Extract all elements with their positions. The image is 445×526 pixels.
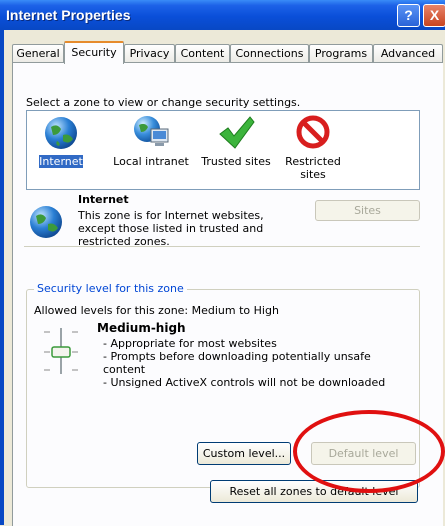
zone-description: This zone is for Internet websites, exce… xyxy=(78,209,264,248)
allowed-levels-text: Allowed levels for this zone: Medium to … xyxy=(34,304,279,317)
title-bar[interactable]: Internet Properties ? X xyxy=(0,0,445,30)
zone-list[interactable]: Internet Local intranet Trusted sites Re… xyxy=(26,110,420,190)
zone-select-prompt: Select a zone to view or change security… xyxy=(26,96,301,109)
reset-all-zones-button[interactable]: Reset all zones to default level xyxy=(210,480,418,503)
level-bullet: - Unsigned ActiveX controls will not be … xyxy=(103,376,386,389)
security-level-name: Medium-high xyxy=(97,321,186,335)
security-level-slider[interactable] xyxy=(42,326,82,376)
tab-advanced[interactable]: Advanced xyxy=(373,44,443,62)
intranet-icon xyxy=(134,116,169,146)
tab-general[interactable]: General xyxy=(12,44,64,62)
level-bullet: - Appropriate for most websites xyxy=(103,337,277,350)
security-level-description: - Appropriate for most websites - Prompt… xyxy=(103,337,403,389)
level-bullet: - Prompts before downloading potentially… xyxy=(103,350,371,376)
tab-content[interactable]: Content xyxy=(175,44,230,62)
zone-title: Internet xyxy=(78,193,129,206)
window-title: Internet Properties xyxy=(6,7,131,23)
tab-privacy[interactable]: Privacy xyxy=(124,44,175,62)
custom-level-button[interactable]: Custom level... xyxy=(197,442,291,465)
restricted-icon xyxy=(296,115,330,149)
sites-button[interactable]: Sites xyxy=(315,200,420,221)
zone-label-internet: Internet xyxy=(39,155,83,168)
zone-label-trusted-sites: Trusted sites xyxy=(201,155,271,168)
tab-connections[interactable]: Connections xyxy=(230,44,309,62)
help-button[interactable]: ? xyxy=(397,4,420,27)
window-frame xyxy=(0,30,4,525)
tab-programs[interactable]: Programs xyxy=(309,44,373,62)
default-level-button[interactable]: Default level xyxy=(311,442,416,465)
globe-icon xyxy=(30,206,62,238)
security-level-title: Security level for this zone xyxy=(34,282,187,295)
tab-security[interactable]: Security xyxy=(64,41,124,64)
zone-label-restricted-sites: Restricted sites xyxy=(285,155,341,181)
globe-icon xyxy=(45,117,77,149)
close-button[interactable]: X xyxy=(423,4,445,27)
checkmark-icon xyxy=(219,116,255,149)
divider xyxy=(24,246,420,247)
zone-label-local-intranet: Local intranet xyxy=(113,155,189,168)
